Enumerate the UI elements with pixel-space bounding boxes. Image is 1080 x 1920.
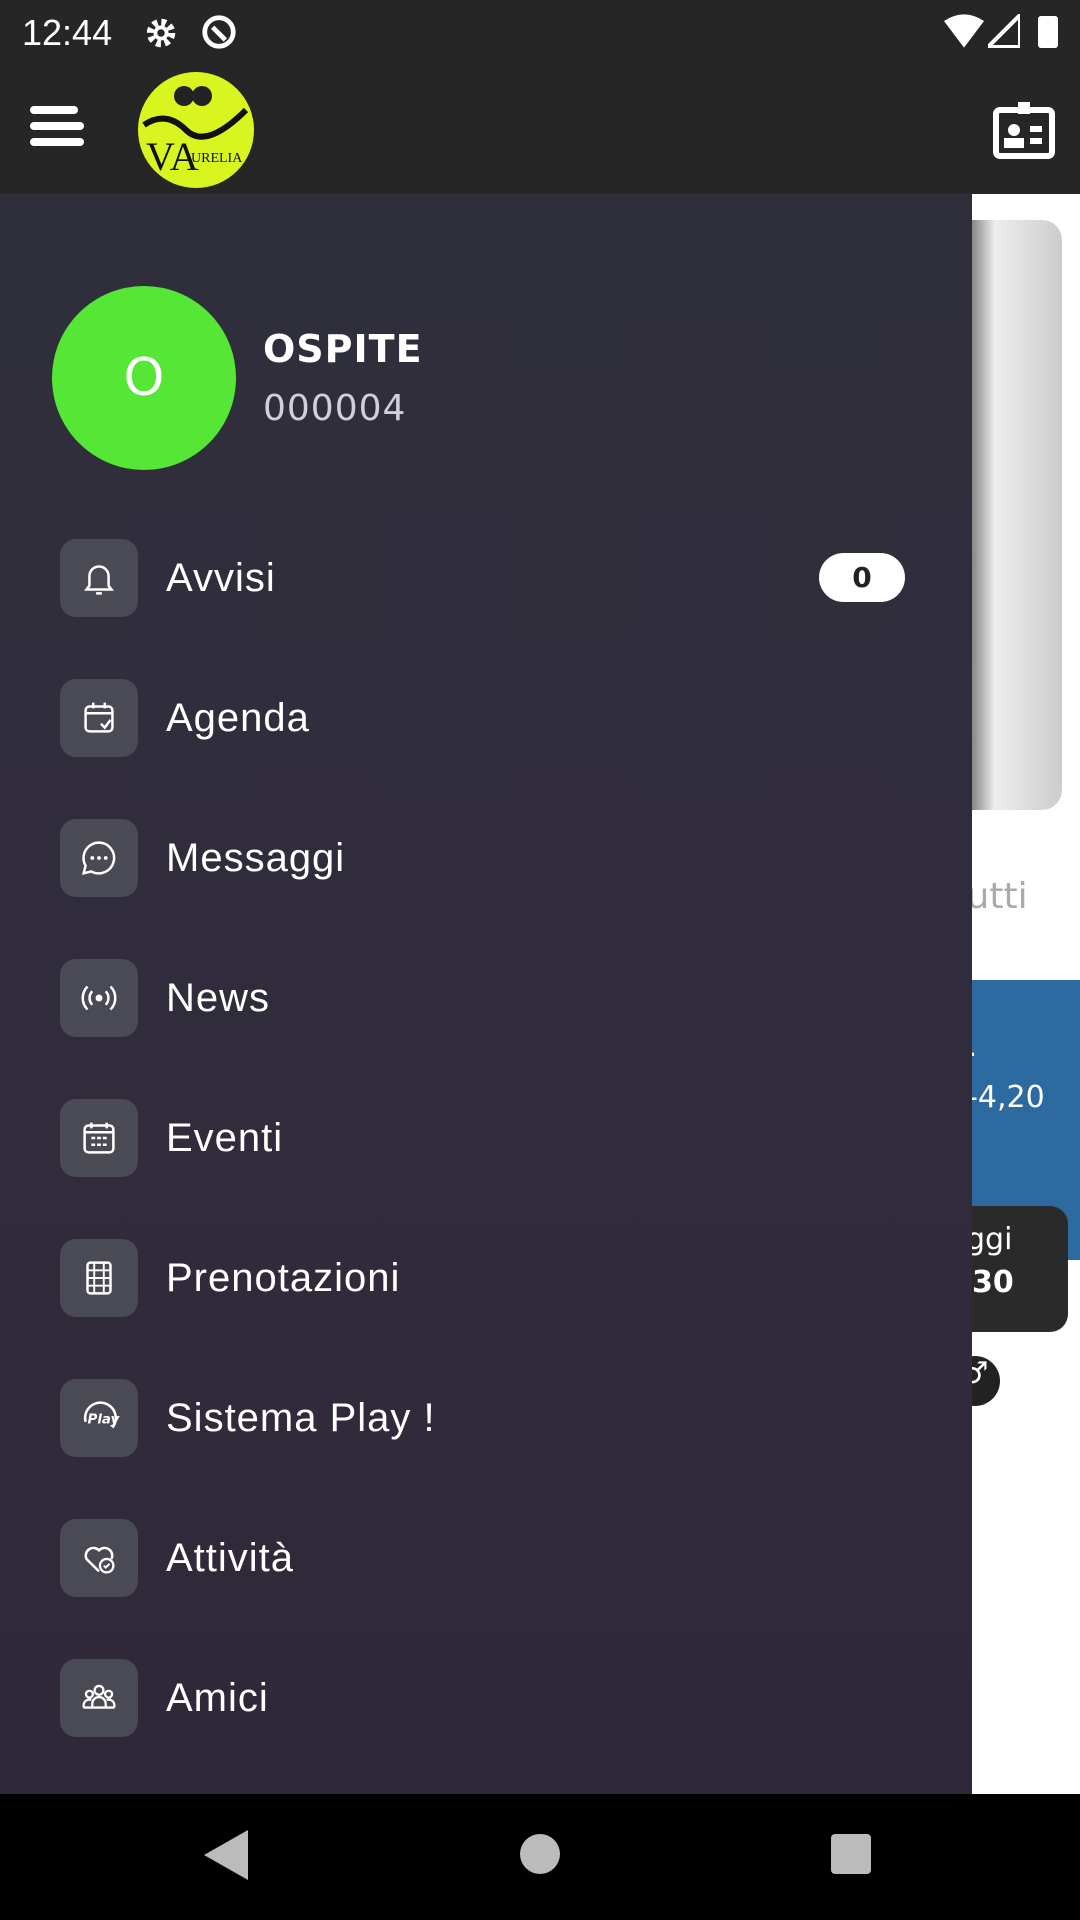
battery-icon <box>1038 16 1058 48</box>
back-icon[interactable] <box>204 1830 248 1880</box>
club-logo[interactable]: VA URELIA <box>136 70 256 190</box>
menu-item-label: News <box>166 975 271 1020</box>
menu-item-messaggi[interactable]: Messaggi <box>60 818 940 898</box>
menu-item-label: Avvisi <box>166 555 276 600</box>
menu-item-label: Messaggi <box>166 835 346 880</box>
gear-icon <box>146 18 176 48</box>
menu-item-avvisi[interactable]: Avvisi <box>60 538 940 618</box>
menu-item-label: Prenotazioni <box>166 1255 401 1300</box>
app-bar: VA URELIA <box>0 66 1080 194</box>
user-name: OSPITE <box>263 327 423 371</box>
status-bar: 12:44 <box>0 0 1080 66</box>
menu-item-news[interactable]: News <box>60 958 940 1038</box>
menu-item-amici[interactable]: Amici <box>60 1658 940 1738</box>
wifi-icon <box>944 14 984 48</box>
menu-item-sistema-play[interactable]: Play Sistema Play ! <box>60 1378 940 1458</box>
menu-item-label: Eventi <box>166 1115 284 1160</box>
card-value: 30 <box>972 1265 1014 1300</box>
heart-check-icon <box>60 1519 138 1597</box>
system-nav-bar <box>0 1794 1080 1920</box>
calendar-grid-icon <box>60 1099 138 1177</box>
menu-item-attività[interactable]: Attività <box>60 1518 940 1598</box>
contact-card-icon[interactable] <box>992 100 1056 160</box>
friends-icon <box>60 1659 138 1737</box>
recents-icon[interactable] <box>831 1834 871 1874</box>
card-label: ggi <box>966 1222 1013 1257</box>
hamburger-icon[interactable] <box>30 106 84 150</box>
bell-icon <box>60 539 138 617</box>
chat-icon <box>60 819 138 897</box>
at-icon <box>202 15 236 49</box>
menu-item-label: Agenda <box>166 695 310 740</box>
menu-item-agenda[interactable]: Agenda <box>60 678 940 758</box>
menu-item-label: Sistema Play ! <box>166 1395 436 1440</box>
signal-icon <box>988 14 1020 48</box>
user-code: 000004 <box>263 388 407 429</box>
broadcast-icon <box>60 959 138 1037</box>
home-icon[interactable] <box>520 1834 560 1874</box>
court-icon <box>60 1239 138 1317</box>
svg-text:URELIA: URELIA <box>191 151 243 166</box>
clock: 12:44 <box>22 12 113 53</box>
play-logo-icon: Play <box>60 1379 138 1457</box>
avatar[interactable]: O <box>52 286 236 470</box>
notification-count-badge: 0 <box>819 553 905 602</box>
menu-item-label: Amici <box>166 1675 269 1720</box>
menu-item-prenotazioni[interactable]: Prenotazioni <box>60 1238 940 1318</box>
menu-item-label: Attività <box>166 1535 295 1580</box>
menu-item-eventi[interactable]: Eventi <box>60 1098 940 1178</box>
svg-text:Play: Play <box>88 1413 121 1428</box>
calendar-check-icon <box>60 679 138 757</box>
